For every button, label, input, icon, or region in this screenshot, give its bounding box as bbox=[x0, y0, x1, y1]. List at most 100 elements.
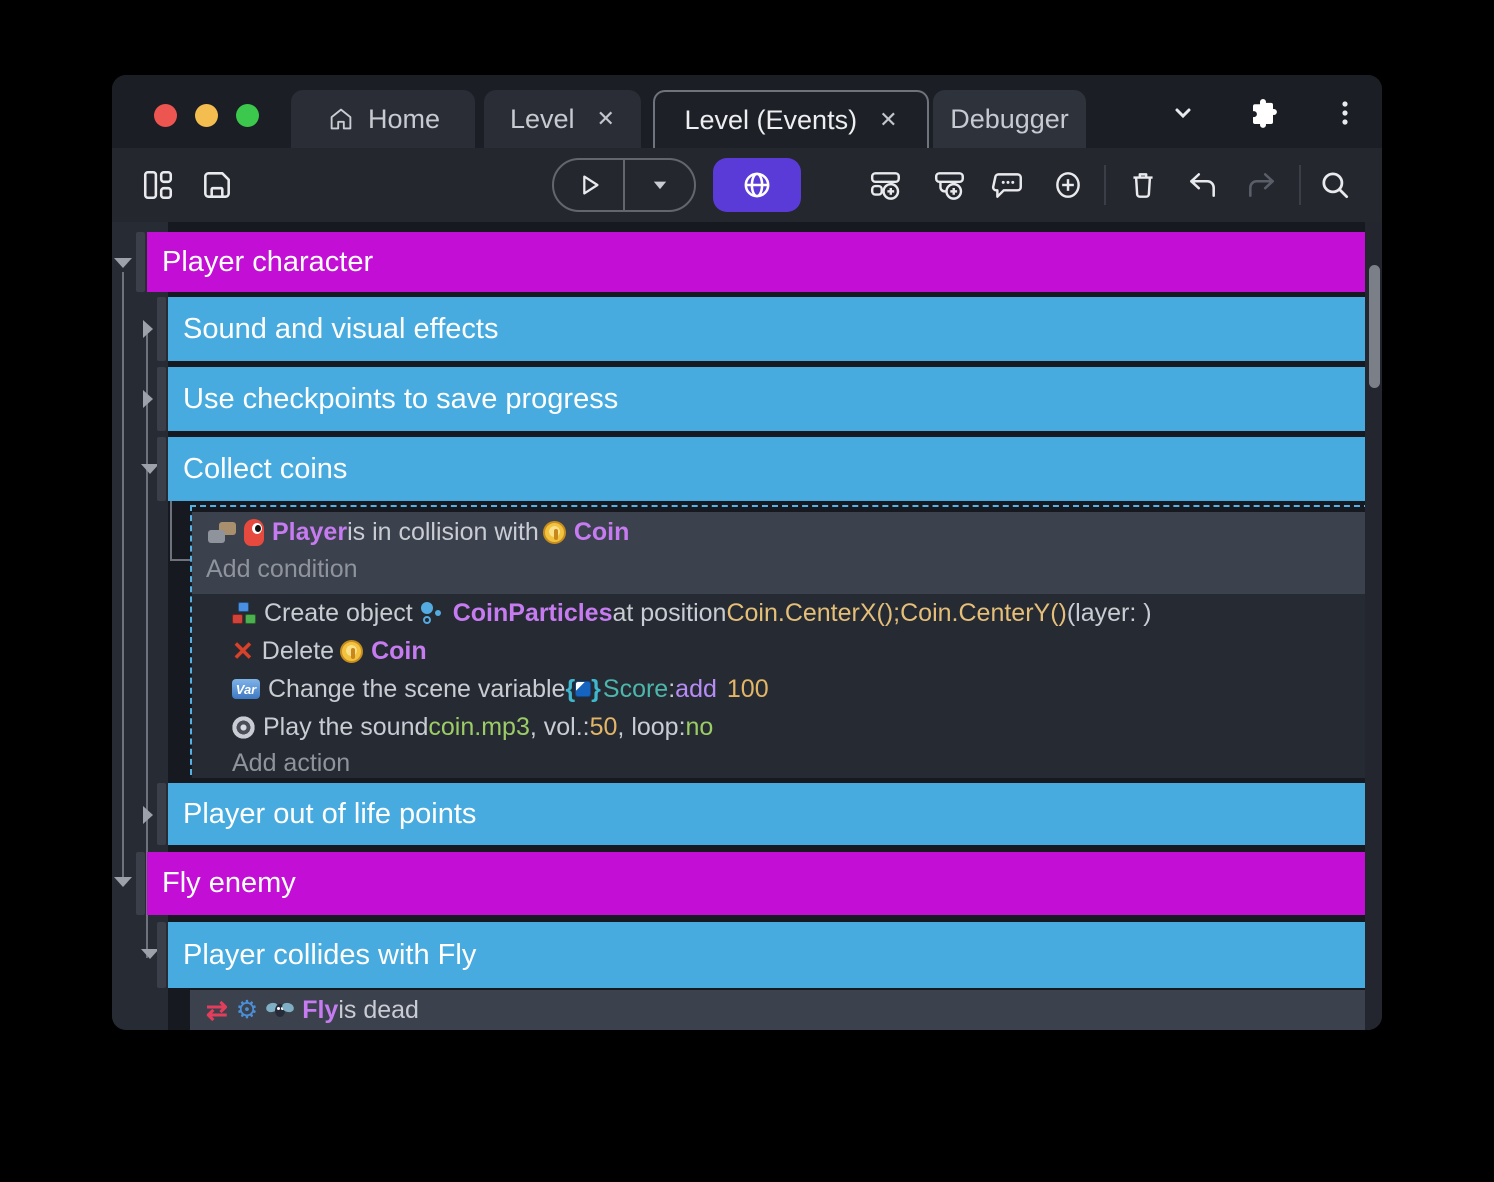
trash-icon[interactable] bbox=[1126, 168, 1160, 202]
object-name: Coin bbox=[574, 518, 630, 547]
group-header-player-character[interactable]: Player character bbox=[147, 232, 1365, 292]
loop-value: no bbox=[686, 713, 714, 742]
add-condition-button[interactable]: Add condition bbox=[192, 552, 1368, 586]
sound-file: coin.mp3 bbox=[428, 713, 529, 742]
group-header-player-collides-fly[interactable]: Player collides with Fly bbox=[168, 922, 1365, 988]
more-menu-icon[interactable] bbox=[1329, 97, 1361, 129]
tab-home[interactable]: Home bbox=[291, 90, 475, 148]
sound-icon bbox=[232, 716, 255, 739]
close-window-button[interactable] bbox=[154, 104, 177, 127]
conditions-zone: Player is in collision with Coin Add con… bbox=[192, 512, 1368, 594]
preview-over-network-button[interactable] bbox=[713, 158, 801, 212]
redo-icon[interactable] bbox=[1245, 168, 1279, 202]
event-drag-handle[interactable] bbox=[157, 297, 166, 361]
condition-row[interactable]: Player is in collision with Coin bbox=[192, 512, 1368, 552]
group-label: Use checkpoints to save progress bbox=[183, 383, 618, 416]
particles-object-icon bbox=[419, 601, 445, 625]
tab-bar: Home Level ✕ Level (Events) ✕ Debugger bbox=[112, 75, 1382, 148]
home-icon bbox=[326, 104, 356, 134]
action-row-create-object[interactable]: Create object CoinParticles at position … bbox=[192, 594, 1368, 632]
add-action-button[interactable]: Add action bbox=[192, 746, 1368, 780]
group-header-sound-effects[interactable]: Sound and visual effects bbox=[168, 297, 1365, 361]
extensions-puzzle-icon[interactable] bbox=[1247, 97, 1279, 129]
scrollbar-thumb[interactable] bbox=[1369, 265, 1380, 388]
state-swap-icon: ⇄ bbox=[206, 998, 228, 1022]
group-header-collect-coins[interactable]: Collect coins bbox=[168, 437, 1365, 501]
value: 100 bbox=[727, 675, 769, 704]
expand-arrow-icon[interactable] bbox=[143, 320, 153, 338]
toolbar-separator bbox=[1104, 165, 1106, 205]
expand-arrow-icon[interactable] bbox=[143, 806, 153, 824]
indent-guide-elbow bbox=[170, 559, 190, 561]
variable-icon: Var bbox=[232, 679, 260, 699]
tab-debugger[interactable]: Debugger bbox=[933, 90, 1086, 148]
condition-row-fly-dead[interactable]: ⇄ ⚙ Fly is dead bbox=[190, 990, 1370, 1030]
group-label: Collect coins bbox=[183, 453, 347, 486]
selected-event[interactable]: Player is in collision with Coin Add con… bbox=[190, 505, 1370, 775]
condition-text: is dead bbox=[338, 996, 419, 1025]
tab-label: Level (Events) bbox=[684, 105, 857, 136]
action-row-play-sound[interactable]: Play the sound coin.mp3 , vol.: 50 , loo… bbox=[192, 708, 1368, 746]
search-icon[interactable] bbox=[1318, 168, 1352, 202]
event-drag-handle[interactable] bbox=[157, 437, 166, 501]
expand-arrow-icon[interactable] bbox=[143, 390, 153, 408]
event-drag-handle[interactable] bbox=[157, 783, 166, 845]
toolbar-separator bbox=[1299, 165, 1301, 205]
object-name: Player bbox=[272, 518, 347, 547]
object-name: Fly bbox=[302, 996, 338, 1025]
object-name: Coin bbox=[371, 637, 427, 666]
toolbar bbox=[112, 148, 1382, 222]
collapse-arrow-icon[interactable] bbox=[114, 258, 132, 268]
play-button-group bbox=[552, 158, 696, 212]
play-button[interactable] bbox=[554, 160, 623, 210]
event-drag-handle[interactable] bbox=[136, 232, 145, 292]
group-header-fly-enemy[interactable]: Fly enemy bbox=[147, 852, 1365, 915]
event-drag-handle[interactable] bbox=[136, 852, 145, 915]
group-header-out-of-life[interactable]: Player out of life points bbox=[168, 783, 1365, 845]
zoom-window-button[interactable] bbox=[236, 104, 259, 127]
group-label: Fly enemy bbox=[162, 867, 296, 900]
save-icon[interactable] bbox=[200, 168, 234, 202]
project-manager-icon[interactable] bbox=[141, 168, 175, 202]
add-sub-event-icon[interactable] bbox=[933, 168, 967, 202]
chevron-down-icon[interactable] bbox=[1167, 97, 1199, 129]
coin-object-icon bbox=[543, 521, 566, 544]
group-header-checkpoints[interactable]: Use checkpoints to save progress bbox=[168, 367, 1365, 431]
tab-label: Home bbox=[368, 104, 440, 135]
volume-value: 50 bbox=[590, 713, 618, 742]
action-row-change-variable[interactable]: Var Change the scene variable Score : ad… bbox=[192, 670, 1368, 708]
action-row-delete[interactable]: ✕ Delete Coin bbox=[192, 632, 1368, 670]
add-comment-icon[interactable] bbox=[991, 168, 1025, 202]
tab-level-events[interactable]: Level (Events) ✕ bbox=[653, 90, 929, 148]
traffic-lights bbox=[154, 104, 259, 127]
group-label: Player character bbox=[162, 246, 373, 279]
group-label: Player collides with Fly bbox=[183, 939, 476, 972]
event-drag-handle[interactable] bbox=[157, 922, 166, 988]
play-options-button[interactable] bbox=[625, 160, 694, 210]
player-object-icon bbox=[244, 519, 264, 546]
behavior-gear-icon: ⚙ bbox=[236, 998, 258, 1022]
object-name: CoinParticles bbox=[453, 599, 613, 628]
fly-object-icon bbox=[266, 1001, 294, 1019]
events-sheet: Player character Sound and visual effect… bbox=[112, 222, 1382, 1030]
minimize-window-button[interactable] bbox=[195, 104, 218, 127]
event-drag-handle[interactable] bbox=[157, 367, 166, 431]
operation: add bbox=[675, 675, 717, 704]
indent-guide bbox=[122, 272, 124, 882]
delete-icon: ✕ bbox=[232, 639, 254, 663]
close-tab-icon[interactable]: ✕ bbox=[597, 106, 615, 132]
add-event-icon[interactable] bbox=[869, 168, 903, 202]
tab-label: Debugger bbox=[950, 104, 1069, 135]
expression: Coin.CenterX();Coin.CenterY() bbox=[726, 599, 1066, 628]
app-window: Home Level ✕ Level (Events) ✕ Debugger bbox=[112, 75, 1382, 1030]
close-tab-icon[interactable]: ✕ bbox=[879, 107, 897, 133]
group-label: Player out of life points bbox=[183, 798, 476, 831]
actions-zone: Create object CoinParticles at position … bbox=[192, 594, 1368, 778]
create-object-icon bbox=[232, 602, 256, 624]
variable-name: Score bbox=[603, 675, 668, 704]
collapse-arrow-icon[interactable] bbox=[114, 877, 132, 887]
undo-icon[interactable] bbox=[1185, 168, 1219, 202]
group-label: Sound and visual effects bbox=[183, 313, 498, 346]
tab-level[interactable]: Level ✕ bbox=[484, 90, 641, 148]
add-circle-icon[interactable] bbox=[1051, 168, 1085, 202]
